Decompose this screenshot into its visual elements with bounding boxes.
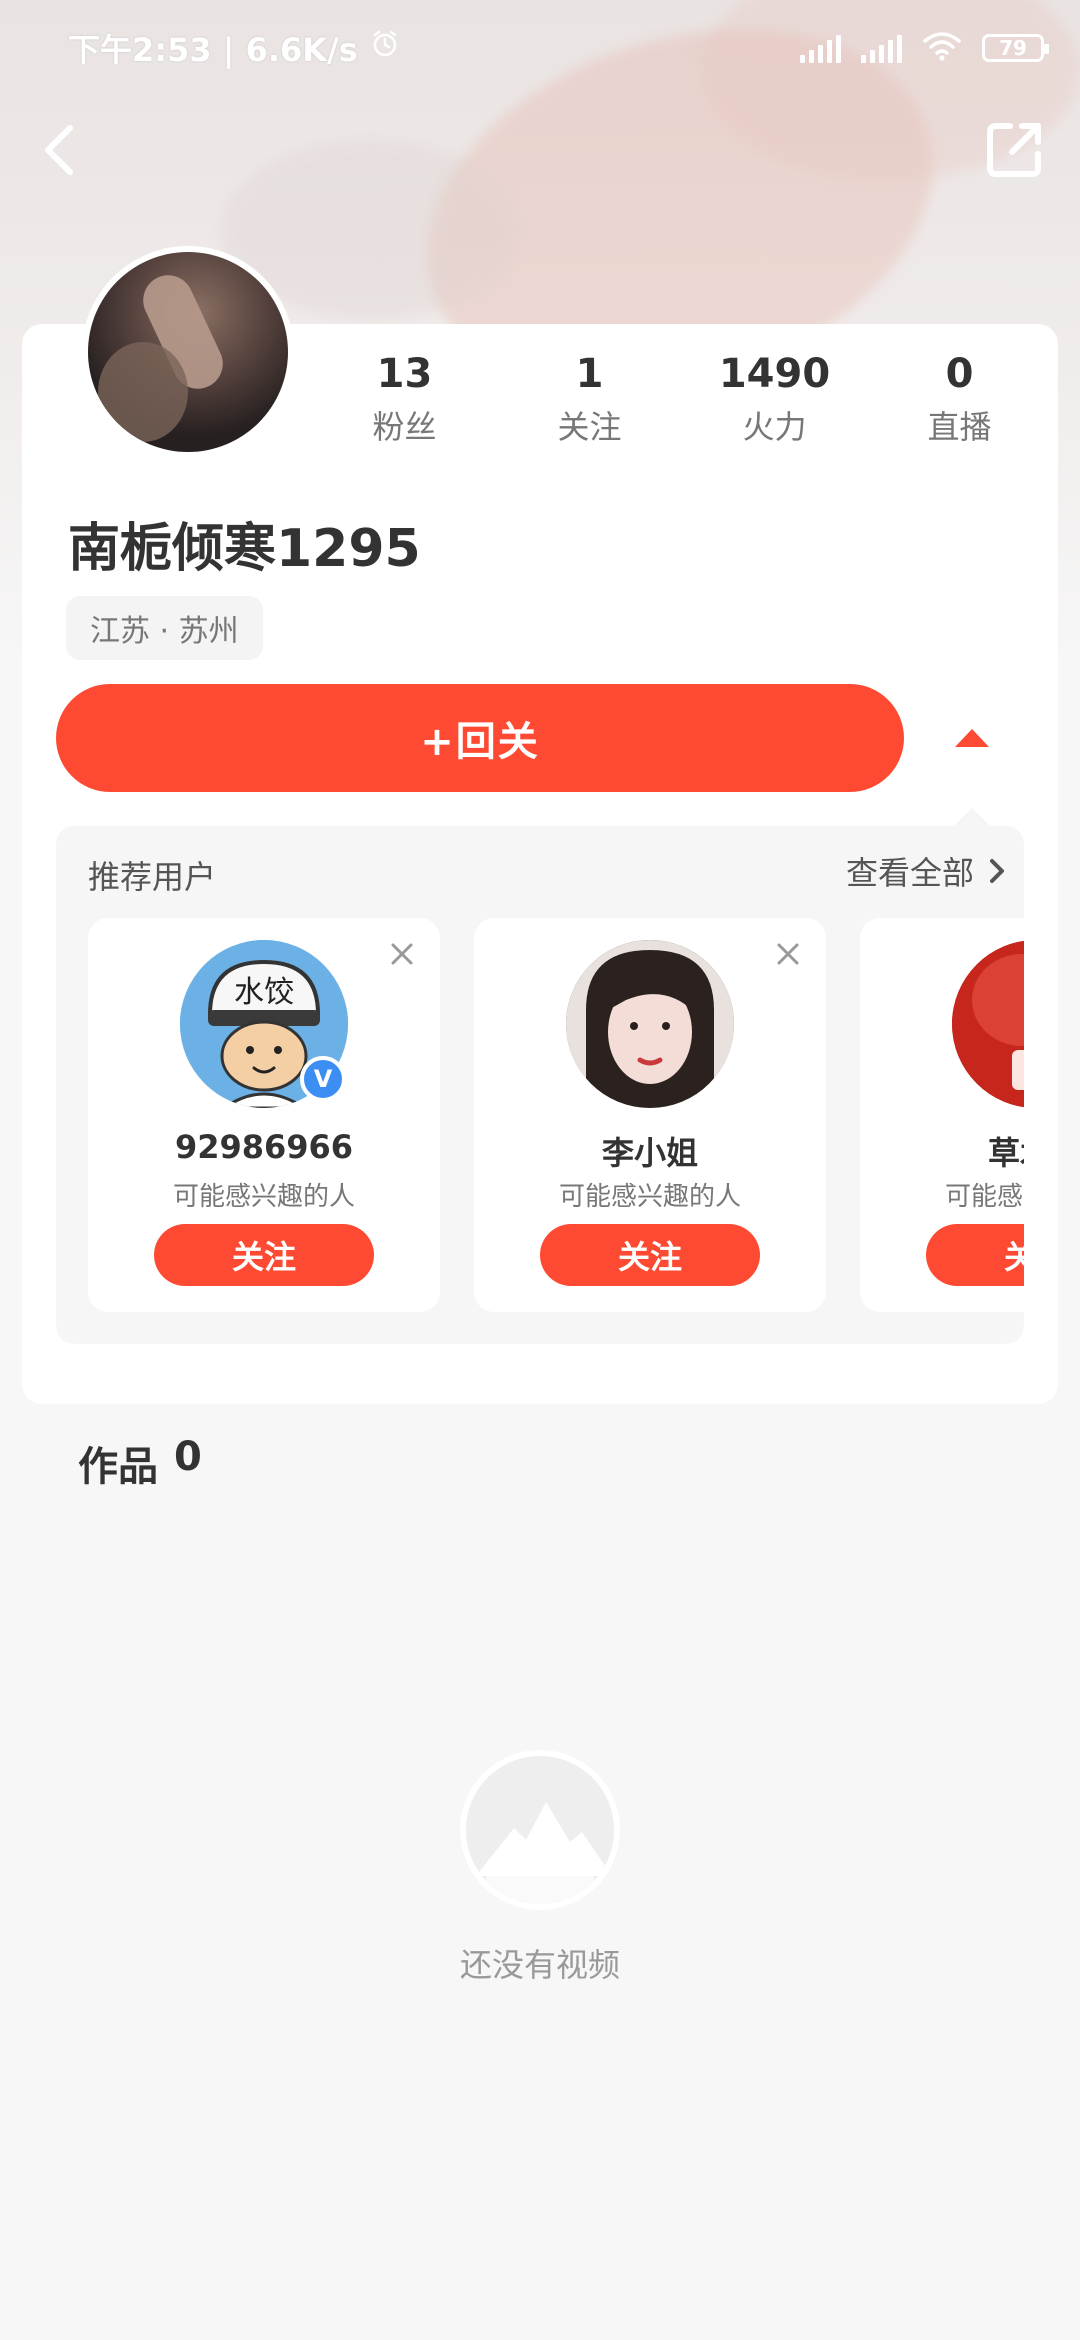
stat-value: 13: [376, 351, 433, 397]
stat-following[interactable]: 1 关注: [497, 350, 682, 448]
empty-state-text: 还没有视频: [459, 1946, 620, 1984]
recommend-user-card[interactable]: 李小姐 可能感兴趣的人 关注: [474, 918, 826, 1312]
works-count: 0: [174, 1434, 202, 1480]
close-icon: [391, 943, 413, 965]
top-nav: [0, 100, 1080, 200]
share-button[interactable]: [972, 108, 1056, 192]
stat-fans[interactable]: 13 粉丝: [312, 350, 497, 448]
close-icon: [777, 943, 799, 965]
recommend-user-card[interactable]: 水饺 V 92986966 可能感兴趣的人 关注: [88, 918, 440, 1312]
wifi-icon: [922, 31, 962, 65]
follow-user-button[interactable]: 关注: [154, 1224, 374, 1286]
hat-text: 水饺: [234, 975, 294, 1010]
chevron-right-icon: [990, 859, 1004, 883]
recommend-user-name: 草木川: [987, 1134, 1024, 1172]
battery-level: 79: [999, 36, 1027, 60]
view-all-link[interactable]: 查看全部: [846, 848, 1006, 894]
recommend-title: 推荐用户: [88, 858, 217, 896]
dismiss-user-button[interactable]: [770, 936, 806, 972]
status-time-speed: 下午2:53 | 6.6K/s: [68, 31, 358, 69]
recommend-reason: 可能感兴趣的人: [944, 1182, 1024, 1212]
stat-value: 1490: [718, 351, 831, 397]
follow-user-button[interactable]: 关注: [926, 1224, 1024, 1286]
collapse-recommend-button[interactable]: [940, 700, 1004, 776]
works-header: 作品 0: [78, 1434, 202, 1492]
status-bar: 下午2:53 | 6.6K/s 79: [0, 0, 1080, 96]
recommend-reason: 可能感兴趣的人: [172, 1182, 355, 1212]
stat-value: 0: [945, 351, 974, 397]
recommend-user-avatar[interactable]: [952, 940, 1024, 1108]
recommend-pointer: [954, 808, 990, 826]
username: 南栀倾寒1295: [68, 519, 421, 579]
red-photo: [952, 940, 1024, 1108]
share-icon: [987, 123, 1041, 177]
view-all-label: 查看全部: [845, 854, 974, 892]
recommend-user-name: 92986966: [174, 1128, 354, 1166]
status-left: 下午2:53 | 6.6K/s: [68, 25, 400, 71]
status-right: 79: [800, 31, 1049, 65]
stat-label: 关注: [557, 408, 622, 446]
caret-up-icon: [955, 729, 989, 747]
user-avatar[interactable]: [82, 246, 294, 458]
verified-badge-icon: V: [300, 1056, 346, 1102]
stat-live[interactable]: 0 直播: [867, 350, 1052, 448]
portrait-photo: [566, 940, 734, 1108]
recommend-reason: 可能感兴趣的人: [558, 1182, 741, 1212]
back-button[interactable]: [20, 110, 100, 190]
stat-label: 粉丝: [372, 408, 437, 446]
hd-signal-icon: [861, 33, 902, 63]
dismiss-user-button[interactable]: [384, 936, 420, 972]
recommend-user-list: 水饺 V 92986966 可能感兴趣的人 关注 李小姐 可能感兴趣的人 关注 …: [88, 918, 1024, 1318]
profile-stats: 13 粉丝 1 关注 1490 火力 0 直播: [312, 350, 1052, 448]
recommend-user-avatar[interactable]: [566, 940, 734, 1108]
recommend-user-name: 李小姐: [601, 1134, 698, 1172]
stat-firepower[interactable]: 1490 火力: [682, 350, 867, 448]
battery-icon: 79: [982, 34, 1049, 62]
alarm-icon: [370, 29, 400, 67]
signal-icon: [800, 33, 841, 63]
recommend-users-panel: 推荐用户 查看全部 水饺 V 92986966 可能感兴趣的人 关注 李小姐 可…: [56, 826, 1024, 1344]
follow-user-button[interactable]: 关注: [540, 1224, 760, 1286]
stat-label: 直播: [927, 408, 992, 446]
empty-state-mountain-icon: [460, 1750, 620, 1910]
recommend-user-card[interactable]: 草木川 可能感兴趣的人 关注: [860, 918, 1024, 1312]
location-tag: 江苏 · 苏州: [66, 596, 263, 660]
works-label: 作品: [78, 1444, 158, 1490]
avatar-image: [88, 252, 288, 452]
chevron-left-icon: [45, 125, 73, 175]
follow-back-button[interactable]: +回关: [56, 684, 904, 792]
stat-label: 火力: [742, 408, 807, 446]
stat-value: 1: [575, 351, 604, 397]
